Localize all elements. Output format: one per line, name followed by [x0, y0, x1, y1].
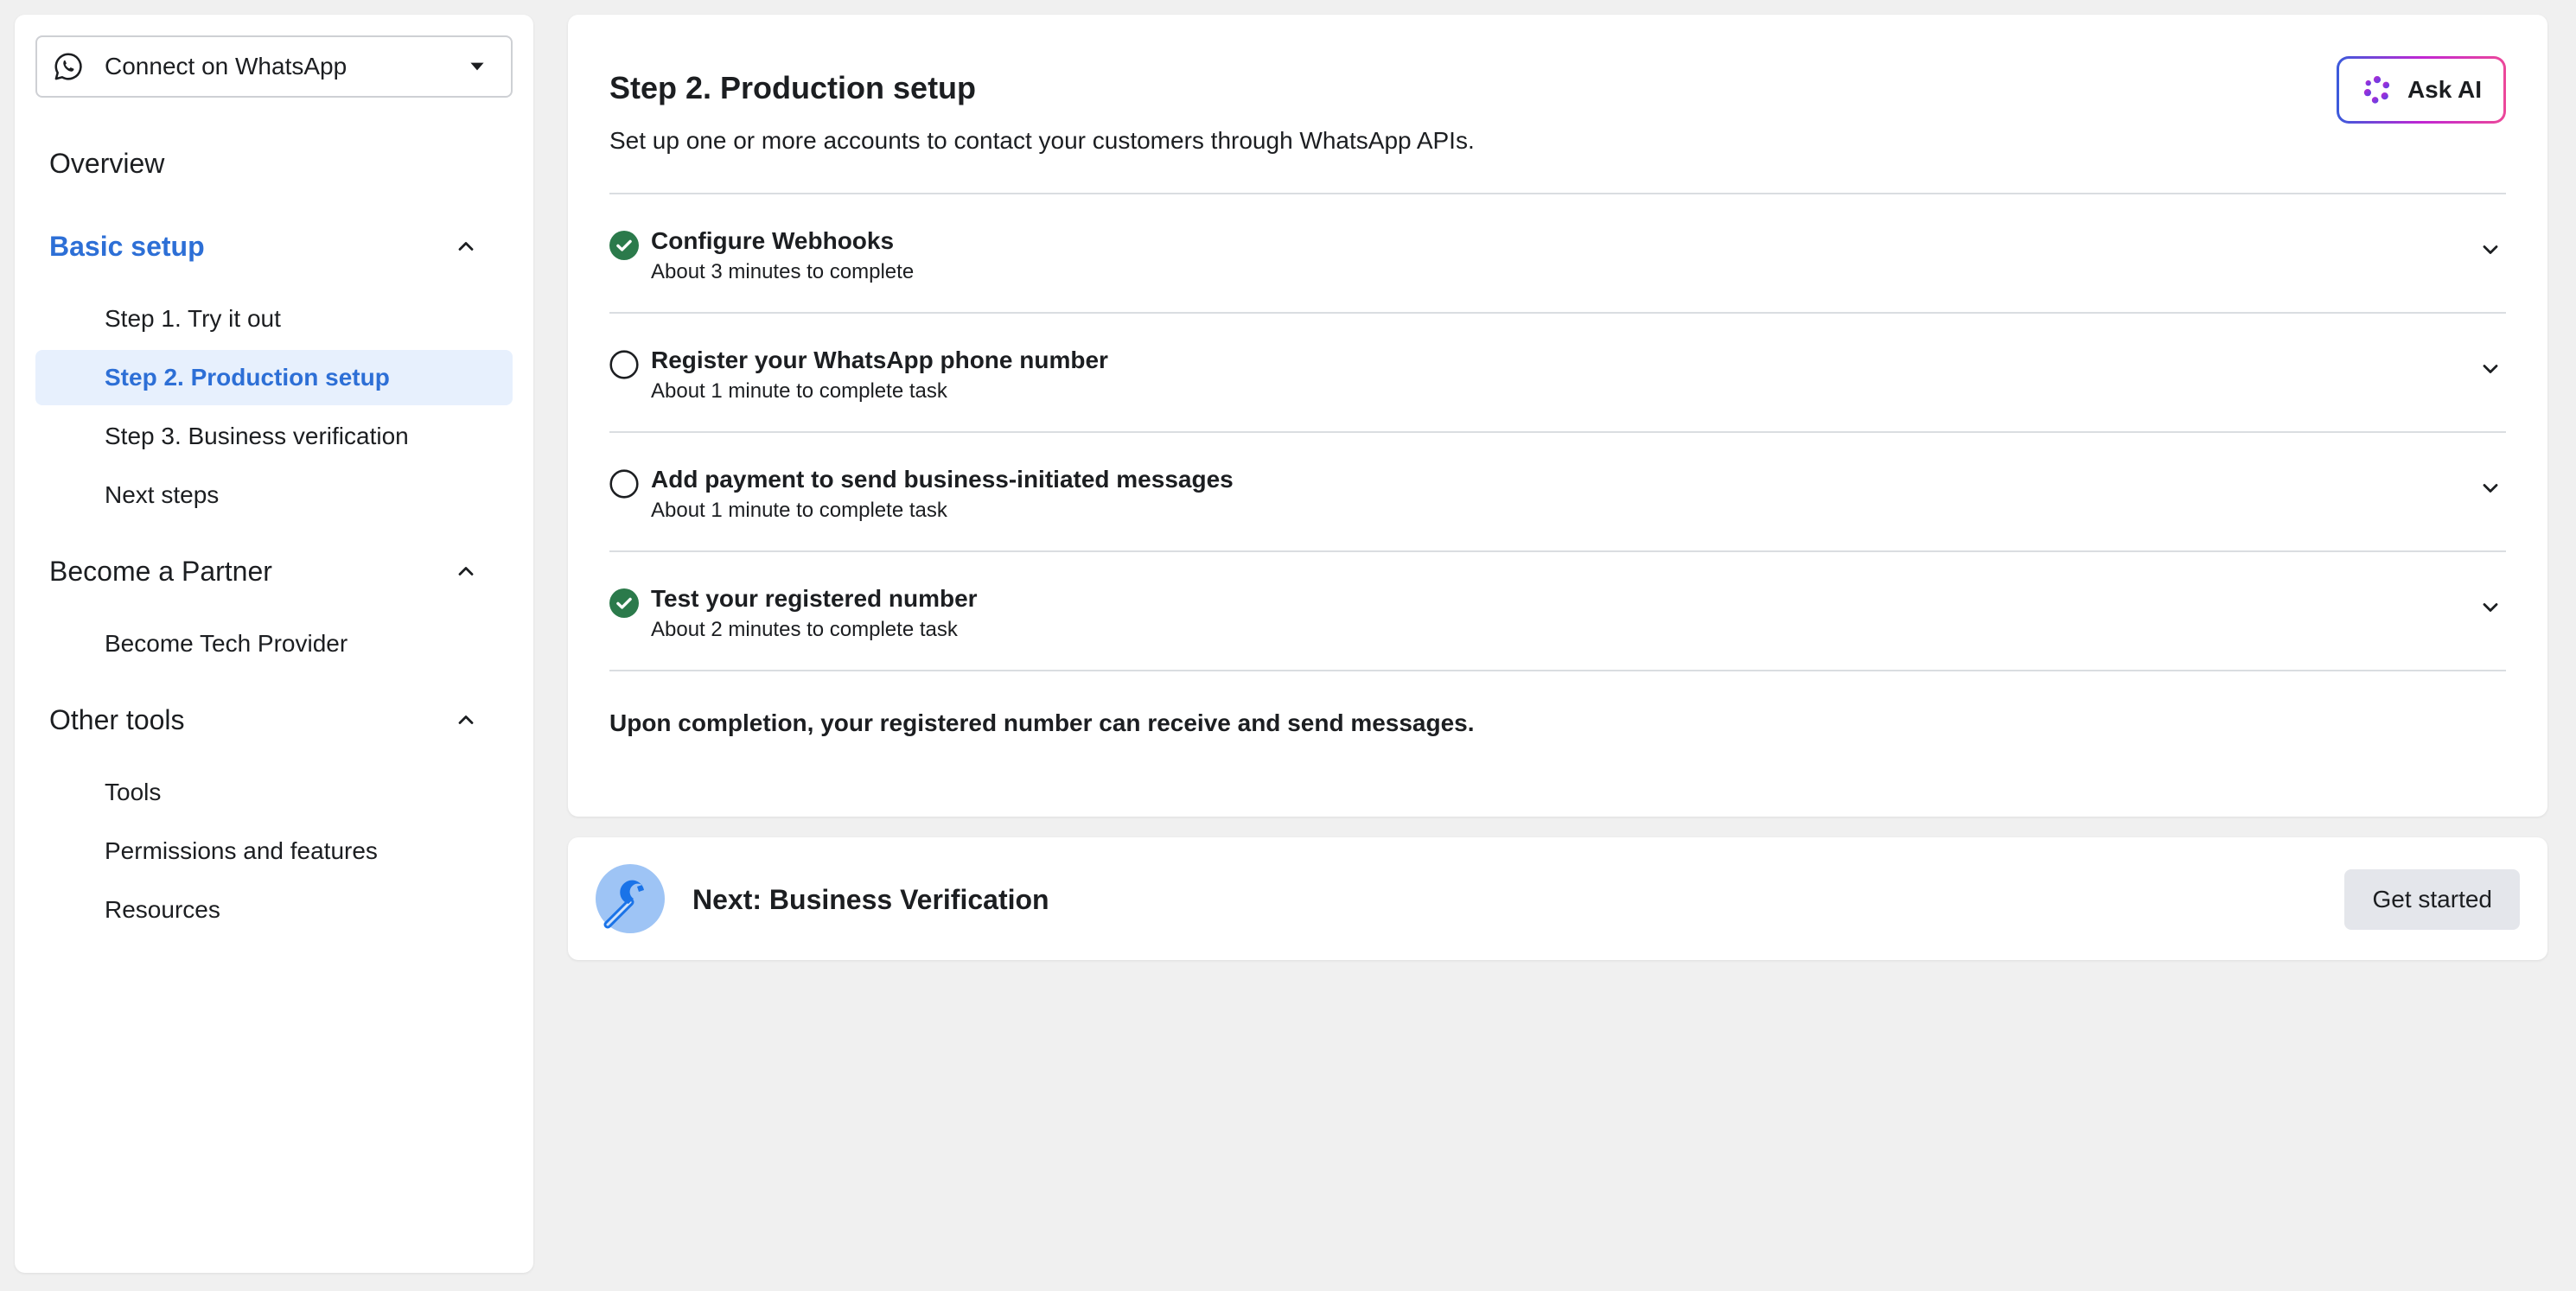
nav-section-other-tools[interactable]: Other tools	[35, 690, 513, 749]
chevron-up-icon	[458, 567, 474, 576]
task-title: Add payment to send business-initiated m…	[651, 466, 1234, 493]
check-circle-icon	[609, 588, 639, 618]
task-test-registered-number[interactable]: Test your registered number About 2 minu…	[609, 550, 2506, 670]
caret-down-icon	[470, 62, 484, 71]
chevron-up-icon	[458, 242, 474, 251]
task-title: Register your WhatsApp phone number	[651, 347, 1108, 373]
nav-item-label: Permissions and features	[105, 837, 378, 864]
product-select-label: Connect on WhatsApp	[105, 53, 348, 79]
nav-item-label: Step 2. Production setup	[105, 364, 390, 391]
nav-item-next-steps[interactable]: Next steps	[35, 467, 513, 523]
chevron-down-icon	[2483, 603, 2498, 612]
nav-section-basic-setup[interactable]: Basic setup	[35, 217, 513, 276]
whatsapp-icon	[54, 53, 82, 80]
task-title: Test your registered number	[651, 585, 978, 612]
nav-section-label: Other tools	[49, 703, 185, 735]
nav-item-step-3[interactable]: Step 3. Business verification	[35, 409, 513, 464]
ask-ai-label: Ask AI	[2407, 76, 2483, 103]
nav-item-resources[interactable]: Resources	[35, 882, 513, 938]
chevron-up-icon	[458, 715, 474, 724]
product-select-dropdown[interactable]: Connect on WhatsApp	[35, 35, 513, 98]
nav-section-label: Basic setup	[49, 230, 205, 262]
task-subtitle: About 2 minutes to complete task	[651, 618, 958, 641]
check-circle-icon	[609, 231, 639, 260]
empty-circle-icon	[609, 469, 639, 499]
production-setup-card: Step 2. Production setup Set up one or m…	[568, 15, 2547, 817]
next-step-title: Next: Business Verification	[692, 884, 1049, 915]
task-add-payment[interactable]: Add payment to send business-initiated m…	[609, 431, 2506, 550]
wrench-icon	[596, 864, 665, 933]
task-register-phone-number[interactable]: Register your WhatsApp phone number Abou…	[609, 312, 2506, 431]
nav-item-label: Become Tech Provider	[105, 630, 348, 657]
nav-item-label: Tools	[105, 779, 162, 805]
next-step-card: Next: Business Verification Get started	[568, 837, 2547, 960]
chevron-down-icon	[2483, 245, 2498, 254]
sidebar: Connect on WhatsApp Overview Basic setup…	[15, 15, 533, 1273]
nav-overview-label: Overview	[49, 147, 165, 179]
task-subtitle: About 1 minute to complete task	[651, 499, 947, 522]
nav-item-step-1[interactable]: Step 1. Try it out	[35, 291, 513, 347]
ai-sparkle-icon	[2363, 76, 2390, 104]
nav-item-label: Step 3. Business verification	[105, 423, 409, 449]
chevron-down-icon	[2483, 484, 2498, 493]
task-subtitle: About 3 minutes to complete	[651, 260, 915, 283]
divider	[609, 670, 2506, 671]
completion-note: Upon completion, your registered number …	[609, 709, 1475, 736]
nav-item-permissions[interactable]: Permissions and features	[35, 824, 513, 879]
get-started-button[interactable]: Get started	[2344, 869, 2520, 930]
nav-item-label: Resources	[105, 896, 220, 923]
page-subtitle: Set up one or more accounts to contact y…	[609, 127, 1475, 154]
nav-item-label: Next steps	[105, 481, 220, 508]
page-title: Step 2. Production setup	[609, 70, 977, 105]
nav-section-become-partner[interactable]: Become a Partner	[35, 542, 513, 601]
chevron-down-icon	[2483, 365, 2498, 373]
ask-ai-button[interactable]: Ask AI	[2337, 56, 2506, 124]
nav-item-become-tech-provider[interactable]: Become Tech Provider	[35, 616, 513, 671]
nav-section-label: Become a Partner	[49, 555, 272, 587]
nav-item-step-2[interactable]: Step 2. Production setup	[35, 350, 513, 405]
task-configure-webhooks[interactable]: Configure Webhooks About 3 minutes to co…	[609, 193, 2506, 312]
nav-overview[interactable]: Overview	[35, 134, 513, 193]
task-subtitle: About 1 minute to complete task	[651, 379, 947, 403]
nav-item-tools[interactable]: Tools	[35, 765, 513, 820]
task-title: Configure Webhooks	[651, 227, 895, 254]
nav-item-label: Step 1. Try it out	[105, 305, 281, 332]
empty-circle-icon	[609, 350, 639, 379]
